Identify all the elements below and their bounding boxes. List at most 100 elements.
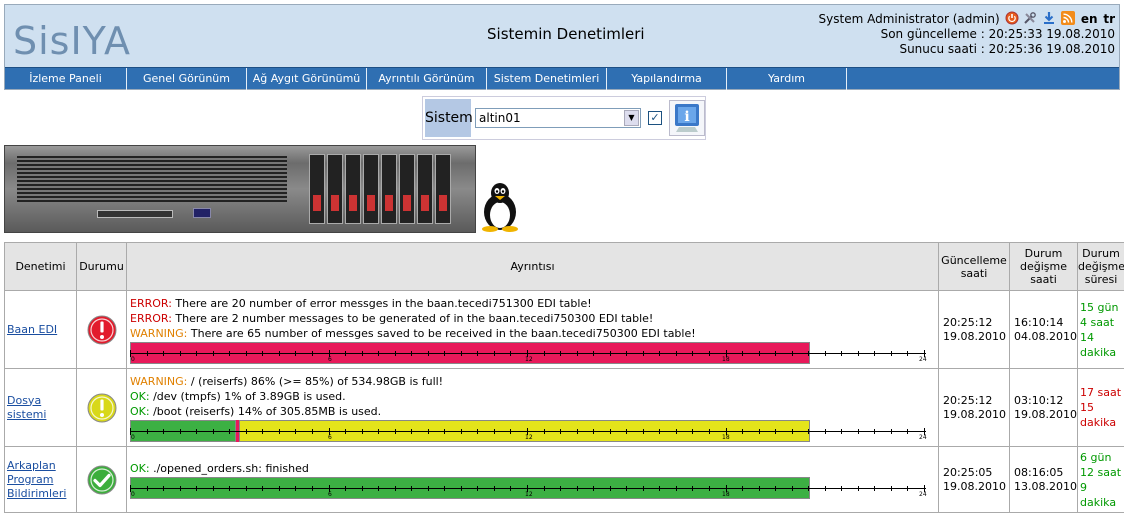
- nav-yardim[interactable]: Yardım: [727, 68, 847, 90]
- nav-ayrintili-gorunum[interactable]: Ayrıntılı Görünüm: [367, 68, 487, 90]
- duration-part: 15: [1080, 401, 1094, 414]
- timeline-tick: [808, 485, 810, 491]
- detail-level: ERROR:: [130, 311, 172, 325]
- detail-level: WARNING:: [130, 326, 188, 340]
- power-icon[interactable]: [1005, 11, 1019, 25]
- timeline-tick: [576, 485, 578, 491]
- timeline-tick: [163, 350, 165, 356]
- nav-sistem-denetimleri[interactable]: Sistem Denetimleri: [487, 68, 607, 90]
- timeline-tick: [791, 428, 793, 434]
- chevron-down-icon[interactable]: ▼: [624, 110, 639, 126]
- col-denetimi[interactable]: Denetimi: [4, 242, 77, 291]
- check-link[interactable]: Arkaplan Program Bildirimleri: [7, 459, 66, 500]
- timeline-tick: [510, 485, 512, 491]
- timeline-axis: [130, 352, 926, 354]
- change-time-cell: 08:16:05 13.08.2010: [1009, 446, 1078, 513]
- timeline-tick: [163, 428, 165, 434]
- duration-part: 14: [1080, 330, 1094, 344]
- detail-line: ERROR: There are 20 number of error mess…: [130, 296, 935, 311]
- system-label: Sistem: [425, 99, 473, 137]
- timeline-tick: [295, 485, 297, 491]
- timeline-tick: [907, 485, 909, 491]
- logo-text: SisIYA: [13, 19, 131, 63]
- check-link[interactable]: Dosya sistemi: [7, 394, 46, 421]
- rss-icon[interactable]: [1061, 11, 1075, 25]
- timeline-tick: [229, 350, 231, 356]
- server-image: [4, 145, 476, 233]
- timeline-tick: [642, 350, 644, 356]
- nav-ag-aygit-gorunumu[interactable]: Ağ Aygıt Görünümü: [247, 68, 367, 90]
- change-time-cell: 16:10:14 04.08.2010: [1009, 290, 1078, 369]
- timeline-tick-label: 24: [919, 355, 927, 363]
- timeline-tick: [278, 428, 280, 434]
- timeline-tick: [311, 485, 313, 491]
- timeline-tick: [146, 485, 148, 491]
- col-ayrintisi[interactable]: Ayrıntısı: [126, 242, 939, 291]
- lang-tr[interactable]: tr: [1103, 12, 1115, 26]
- table-header-row: Denetimi Durumu Ayrıntısı Güncelleme saa…: [4, 242, 1124, 291]
- timeline-tick: [758, 485, 760, 491]
- tools-icon[interactable]: [1023, 11, 1037, 25]
- detail-line: OK: /dev (tmpfs) 1% of 3.89GB is used.: [130, 389, 935, 404]
- timeline-tick: [543, 350, 545, 356]
- checks-table: Denetimi Durumu Ayrıntısı Güncelleme saa…: [4, 242, 1124, 513]
- detail-line: ERROR: There are 2 number messages to be…: [130, 311, 935, 326]
- table-row: Dosya sistemi WARNING: / (reiserfs) 86% (>…: [4, 368, 1124, 447]
- timeline-tick: [659, 485, 661, 491]
- timeline-tick: [841, 485, 843, 491]
- col-durum-degisme-saati[interactable]: Durum değişme saati: [1009, 242, 1078, 291]
- timeline-tick: [163, 485, 165, 491]
- status-timeline: 0 6 12 18 24: [130, 476, 927, 501]
- sisiya-logo[interactable]: SisIYA: [13, 19, 131, 63]
- system-select[interactable]: altin01 ▼: [475, 108, 641, 128]
- timeline-tick: [841, 350, 843, 356]
- duration-cell: 17 saat 15 dakika: [1077, 368, 1124, 447]
- duration-part: 17 saat: [1080, 386, 1122, 399]
- timeline-tick: [212, 428, 214, 434]
- check-link[interactable]: Baan EDI: [7, 323, 57, 336]
- change-time: 19.08.2010: [1014, 407, 1077, 421]
- nav-genel-gorunum[interactable]: Genel Görünüm: [127, 68, 247, 90]
- timeline-tick: [477, 485, 479, 491]
- timeline-tick: [477, 428, 479, 434]
- detail-line: OK: ./opened_orders.sh: finished: [130, 461, 935, 476]
- timeline-tick: [824, 485, 826, 491]
- table-row: Arkaplan Program Bildirimleri OK: ./opened_…: [4, 446, 1124, 513]
- user-bar: System Administrator (admin) en tr: [819, 11, 1115, 26]
- timeline-tick: [692, 428, 694, 434]
- timeline-tick: [642, 428, 644, 434]
- lang-en[interactable]: en: [1081, 12, 1098, 26]
- timeline-tick: [576, 350, 578, 356]
- timeline-tick: [378, 485, 380, 491]
- timeline-axis: [130, 430, 926, 432]
- timeline-tick: [361, 350, 363, 356]
- timeline-tick: [245, 350, 247, 356]
- col-durum-degisme-suresi[interactable]: Durum değişme süresi: [1077, 242, 1124, 291]
- nav-yapilandirma[interactable]: Yapılandırma: [607, 68, 727, 90]
- timeline-tick: [560, 428, 562, 434]
- timeline-tick: [791, 350, 793, 356]
- timeline-tick: [460, 350, 462, 356]
- timeline-tick: [278, 350, 280, 356]
- col-durumu[interactable]: Durumu: [76, 242, 127, 291]
- change-time: 16:10:14: [1014, 315, 1064, 329]
- col-guncelleme-saati[interactable]: Güncelleme saati: [938, 242, 1010, 291]
- update-time: 20:25:05: [943, 465, 993, 479]
- timeline-tick: [411, 428, 413, 434]
- change-time: 04.08.2010: [1014, 329, 1077, 343]
- timeline-tick: [857, 350, 859, 356]
- download-icon[interactable]: [1042, 11, 1056, 25]
- timeline-tick: [890, 350, 892, 356]
- system-checkbox[interactable]: ✓: [648, 111, 662, 125]
- timeline-tick-label: 18: [722, 433, 730, 441]
- timeline-tick: [874, 350, 876, 356]
- timeline-tick: [427, 428, 429, 434]
- detail-line: WARNING: There are 65 number of messges …: [130, 326, 935, 341]
- info-button[interactable]: i: [669, 100, 705, 136]
- timeline-tick: [427, 350, 429, 356]
- check-name-cell: Baan EDI: [4, 290, 77, 369]
- nav-izleme-paneli[interactable]: İzleme Paneli: [5, 68, 127, 90]
- detail-text: There are 65 number of messges saved to …: [187, 326, 696, 340]
- check-name-line: Bildirimleri: [7, 486, 67, 500]
- timeline-tick: [196, 485, 198, 491]
